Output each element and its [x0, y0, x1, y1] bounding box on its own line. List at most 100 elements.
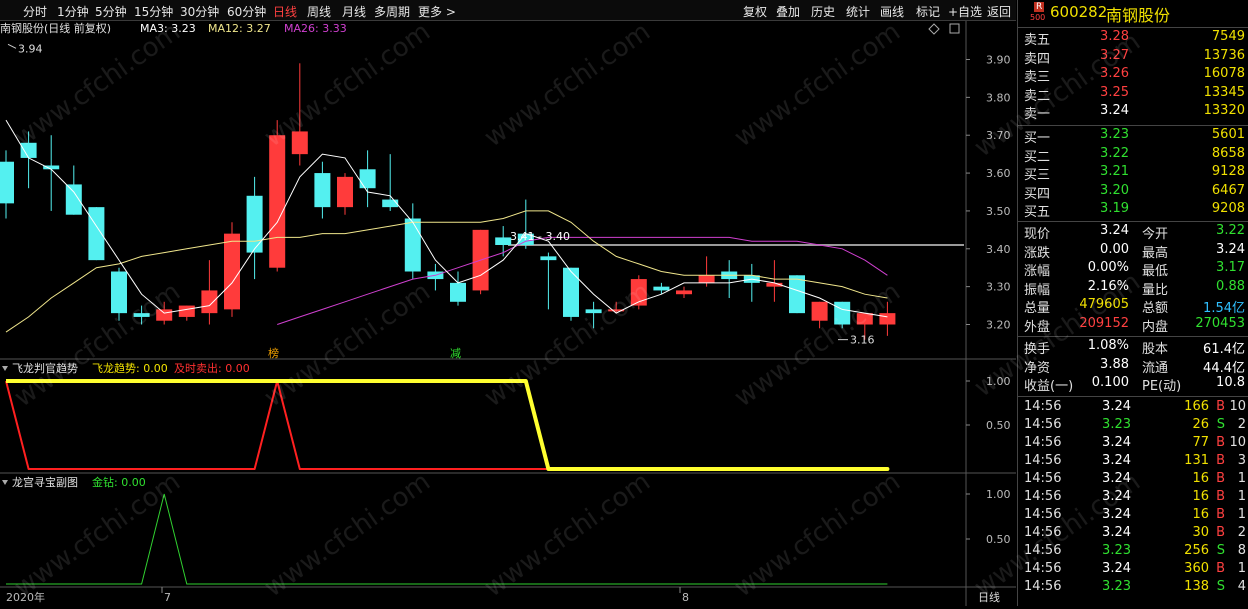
candle-body: [111, 271, 127, 314]
x-label-month-7: 7: [164, 591, 171, 604]
toolbar-tab-6[interactable]: 日线: [273, 3, 297, 20]
candle-body: [653, 286, 670, 291]
toolbar-tab-8[interactable]: 月线: [342, 3, 366, 20]
toolbar-action-6[interactable]: +自选: [948, 3, 982, 20]
toolbar-action-3[interactable]: 统计: [846, 3, 870, 20]
stat-key: 最低: [1142, 264, 1169, 279]
maximize-icon[interactable]: [949, 23, 960, 34]
y-tick-label: 3.60: [986, 167, 1011, 180]
tick-row: 14:56 3.24 16 B 1: [1018, 506, 1248, 524]
badge-bottom: 500: [1030, 13, 1046, 22]
tick-price: 3.24: [1102, 435, 1131, 450]
tick-time: 14:56: [1024, 399, 1062, 414]
ask-label: 卖五: [1024, 33, 1051, 48]
ask-label: 卖二: [1024, 88, 1051, 104]
tick-volume: 16: [1192, 489, 1209, 504]
candle-body: [156, 309, 173, 321]
chart-area[interactable]: 3.90 3.80 3.70 3.60 3.50 3.40 3.30 3.20 南钢股份(日线 …: [0, 21, 1016, 606]
sell-signal-line: [5, 380, 889, 470]
ask-row: 卖一 3.24 13320: [1018, 102, 1248, 122]
toolbar-tab-3[interactable]: 15分钟: [134, 3, 173, 20]
toolbar-action-7[interactable]: 返回: [987, 3, 1011, 20]
stat-key: 总额: [1142, 301, 1169, 316]
stat-key: 内盘: [1142, 319, 1169, 335]
toolbar-tab-1[interactable]: 1分钟: [57, 3, 89, 20]
tick-volume: 166: [1184, 399, 1209, 414]
ma3-label: MA3: 3.23: [140, 22, 196, 35]
toolbar-tab-10[interactable]: 更多 >: [418, 3, 456, 20]
stat-key: 今开: [1142, 227, 1169, 242]
collapse-icon[interactable]: [2, 366, 8, 371]
tick-side: S: [1216, 579, 1225, 594]
bid-label: 买三: [1024, 168, 1051, 183]
stock-code: 600282: [1050, 3, 1108, 21]
tick-price: 3.23: [1102, 579, 1131, 594]
stat-value: 3.24: [1100, 223, 1129, 238]
toolbar-action-4[interactable]: 画线: [880, 3, 904, 20]
tick-count: 10: [1229, 399, 1246, 414]
x-label-month-8: 8: [682, 591, 689, 604]
candle-body: [0, 161, 14, 204]
stat-key: 现价: [1024, 227, 1051, 242]
candle-body: [20, 142, 37, 158]
ind2-title: 龙宫寻宝副图: [12, 475, 78, 489]
ind1-label-a: 飞龙趋势: 0.00: [92, 362, 168, 375]
y-tick-label: 3.70: [986, 129, 1011, 142]
tick-price: 3.24: [1102, 399, 1131, 414]
toolbar-action-0[interactable]: 复权: [743, 3, 767, 20]
ma26-label: MA26: 3.33: [284, 22, 347, 35]
tick-count: 3: [1237, 453, 1246, 468]
tick-side: S: [1216, 417, 1225, 432]
candle-body: [811, 301, 828, 321]
candle-body: [178, 305, 195, 317]
bid-row: 买五 3.19 9208: [1018, 200, 1248, 220]
toolbar-action-2[interactable]: 历史: [811, 3, 835, 20]
badge-top: R: [1034, 2, 1045, 12]
tick-side: B: [1216, 507, 1225, 522]
tick-side: B: [1216, 561, 1225, 576]
tick-price: 3.24: [1102, 489, 1131, 504]
ask-price: 3.25: [1100, 84, 1129, 100]
stat-value: 479605: [1079, 297, 1129, 312]
ma12-label: MA12: 3.27: [208, 22, 271, 35]
tick-time: 14:56: [1024, 435, 1062, 450]
period-label: 日线: [978, 590, 1000, 604]
ind2-tick-label: 0.50: [986, 533, 1011, 546]
tick-volume: 360: [1184, 561, 1209, 576]
quote-panel: R 500 600282 南钢股份 卖五 3.28 7549 卖四 3.27 13736 卖…: [1017, 0, 1248, 606]
kline-chart[interactable]: 3.90 3.80 3.70 3.60 3.50 3.40 3.30 3.20 南钢股份(日线 …: [0, 21, 1016, 606]
candle-body: [585, 309, 602, 314]
candle-body: [834, 301, 851, 325]
tick-row: 14:56 3.23 256 S 8: [1018, 542, 1248, 560]
candle-body: [337, 176, 353, 208]
stat-value: 1.54亿: [1203, 301, 1245, 316]
toolbar-tab-4[interactable]: 30分钟: [180, 3, 219, 20]
toolbar-action-1[interactable]: 叠加: [776, 3, 800, 20]
toolbar-tab-7[interactable]: 周线: [307, 3, 331, 20]
ind2-tick-label: 1.00: [986, 488, 1011, 501]
tick-row: 14:56 3.24 77 B 10: [1018, 434, 1248, 452]
toolbar-tab-2[interactable]: 5分钟: [95, 3, 127, 20]
tick-count: 4: [1237, 579, 1246, 594]
tick-count: 1: [1237, 471, 1246, 486]
candle-body: [540, 256, 557, 261]
toolbar-tab-9[interactable]: 多周期: [374, 3, 410, 20]
ask-volume: 13320: [1203, 103, 1245, 118]
candle-body: [698, 275, 715, 283]
collapse-icon-2[interactable]: [2, 480, 8, 485]
toolbar-tab-0[interactable]: 分时: [23, 3, 47, 20]
stat-value: 0.00: [1100, 241, 1129, 257]
toolbar-tab-5[interactable]: 60分钟: [227, 3, 266, 20]
ask-row: 卖四 3.27 13736: [1018, 47, 1248, 67]
tick-count: 1: [1237, 561, 1246, 576]
separator-ticks: [1018, 396, 1248, 397]
bid-volume: 8658: [1211, 145, 1245, 161]
diamond-icon[interactable]: [928, 23, 940, 35]
tick-price: 3.24: [1102, 507, 1131, 522]
stat-key: 外盘: [1024, 319, 1051, 335]
candle-body: [404, 218, 421, 272]
tick-count: 10: [1229, 435, 1246, 450]
toolbar-action-5[interactable]: 标记: [916, 3, 940, 20]
candle-body: [879, 313, 896, 325]
candle-body: [269, 135, 286, 268]
